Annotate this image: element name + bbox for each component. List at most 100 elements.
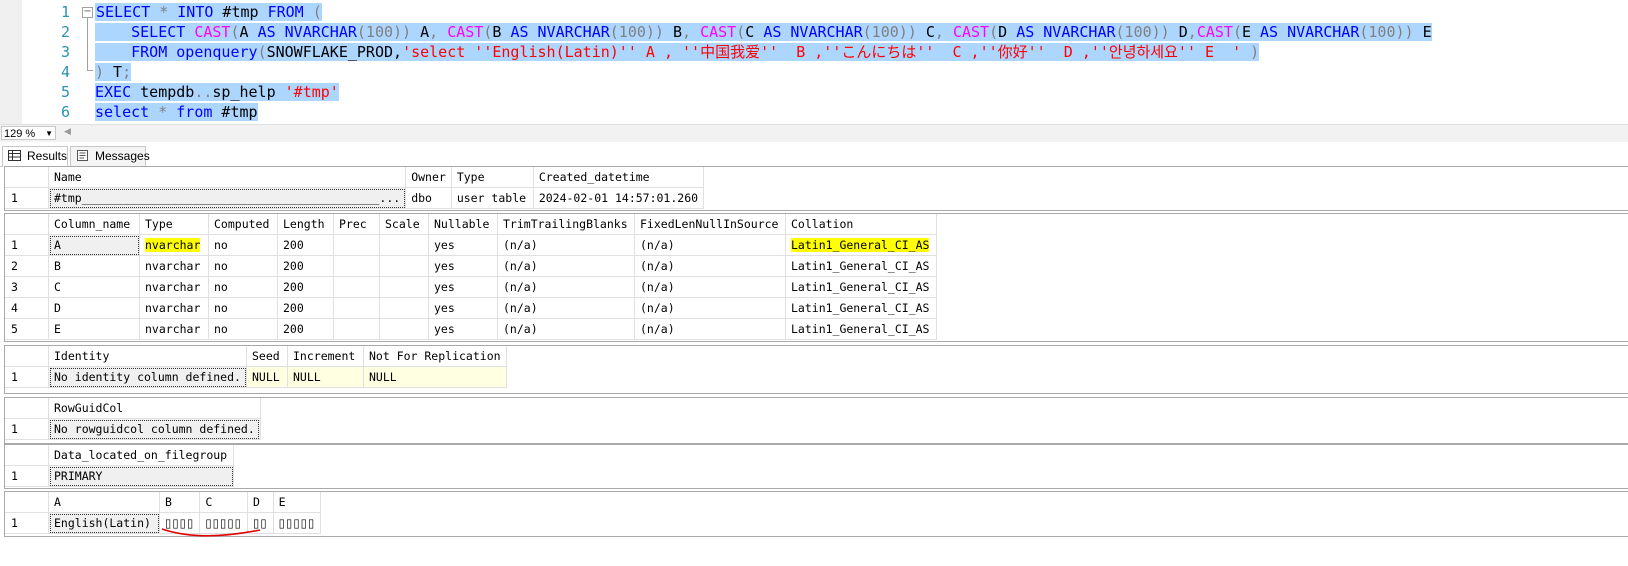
table-cell[interactable]: English(Latin)	[48, 512, 160, 534]
column-header[interactable]: E	[273, 492, 322, 513]
table-row[interactable]: 1 No identity column defined. NULL NULL …	[5, 366, 507, 388]
column-header[interactable]: Identity	[48, 346, 247, 367]
column-header[interactable]: Created_datetime	[533, 167, 705, 188]
table-cell[interactable]: Latin1_General_CI_AS	[785, 318, 937, 340]
row-number[interactable]: 1	[5, 366, 49, 388]
table-row[interactable]: 3 C nvarchar no 200 yes (n/a) (n/a) Lati…	[5, 276, 937, 298]
table-row[interactable]: 1 PRIMARY	[5, 465, 234, 487]
cell-type[interactable]: user table	[451, 187, 534, 209]
table-cell[interactable]: no	[208, 318, 278, 340]
cell-owner[interactable]: dbo	[405, 187, 452, 209]
table-cell[interactable]: Latin1_General_CI_AS	[785, 234, 937, 256]
column-header[interactable]: Seed	[246, 346, 288, 367]
table-cell[interactable]	[333, 234, 380, 256]
table-cell[interactable]: (n/a)	[497, 297, 635, 319]
table-row[interactable]: 4 D nvarchar no 200 yes (n/a) (n/a) Lati…	[5, 297, 937, 319]
table-cell[interactable]: no	[208, 276, 278, 298]
column-header[interactable]: Type	[451, 167, 534, 188]
table-cell[interactable]: 200	[277, 255, 334, 277]
table-cell[interactable]: PRIMARY	[48, 465, 234, 487]
table-cell[interactable]: (n/a)	[497, 255, 635, 277]
table-cell[interactable]: NULL	[287, 366, 364, 388]
row-number[interactable]: 1	[5, 512, 49, 534]
table-cell[interactable]: nvarchar	[139, 276, 209, 298]
column-header[interactable]: Prec	[333, 214, 380, 235]
tab-messages[interactable]: Messages	[70, 146, 150, 166]
table-cell[interactable]: (n/a)	[497, 318, 635, 340]
table-cell[interactable]: ▯▯▯▯▯	[273, 512, 322, 534]
table-cell[interactable]: No identity column defined.	[48, 366, 247, 388]
tab-results[interactable]: Results	[2, 146, 68, 167]
scroll-left-icon[interactable]: ◀	[64, 127, 71, 137]
table-cell[interactable]	[333, 276, 380, 298]
table-cell[interactable]	[379, 234, 429, 256]
table-cell[interactable]: (n/a)	[634, 318, 786, 340]
zoom-select[interactable]: 129 % ▼	[1, 126, 56, 140]
column-header[interactable]: Increment	[287, 346, 364, 367]
table-cell[interactable]	[379, 297, 429, 319]
table-cell[interactable]: NULL	[246, 366, 288, 388]
collapse-icon[interactable]: −	[82, 7, 93, 18]
table-cell[interactable]: NULL	[363, 366, 507, 388]
table-cell[interactable]	[379, 318, 429, 340]
table-cell[interactable]: No rowguidcol column defined.	[48, 418, 261, 440]
row-number[interactable]: 2	[5, 255, 49, 277]
result-grid-identity[interactable]: Identity Seed Increment Not For Replicat…	[4, 345, 1628, 394]
column-header[interactable]: Scale	[379, 214, 429, 235]
table-cell[interactable]: nvarchar	[139, 318, 209, 340]
column-header[interactable]: Nullable	[428, 214, 498, 235]
table-cell[interactable]: no	[208, 255, 278, 277]
column-header[interactable]: B	[159, 492, 201, 513]
table-cell[interactable]: (n/a)	[497, 276, 635, 298]
column-header[interactable]: Length	[277, 214, 334, 235]
table-cell[interactable]	[333, 297, 380, 319]
row-number[interactable]: 1	[5, 465, 49, 487]
table-cell[interactable]: yes	[428, 234, 498, 256]
column-header[interactable]: FixedLenNullInSource	[634, 214, 786, 235]
table-cell[interactable]: 200	[277, 234, 334, 256]
column-header[interactable]: D	[247, 492, 274, 513]
table-cell[interactable]: nvarchar	[139, 255, 209, 277]
table-cell[interactable]: (n/a)	[634, 297, 786, 319]
dropdown-arrow-icon[interactable]: ▼	[45, 127, 53, 141]
table-cell[interactable]	[333, 255, 380, 277]
table-cell[interactable]: Latin1_General_CI_AS	[785, 255, 937, 277]
cell-created[interactable]: 2024-02-01 14:57:01.260	[533, 187, 705, 209]
table-cell[interactable]: Latin1_General_CI_AS	[785, 297, 937, 319]
column-header[interactable]: RowGuidCol	[48, 398, 261, 419]
table-cell[interactable]: (n/a)	[634, 276, 786, 298]
column-header[interactable]: Computed	[208, 214, 278, 235]
table-cell[interactable]: (n/a)	[634, 255, 786, 277]
table-cell[interactable]: D	[48, 297, 140, 319]
row-number[interactable]: 1	[5, 234, 49, 256]
column-header[interactable]: Column_name	[48, 214, 140, 235]
sql-editor[interactable]: 1 2 3 4 5 6 − SELECT * INTO #tmp FROM ( …	[0, 0, 1628, 124]
result-grid-filegroup[interactable]: Data_located_on_filegroup 1 PRIMARY	[4, 444, 1628, 489]
table-row[interactable]: 1 No rowguidcol column defined.	[5, 418, 261, 440]
table-cell[interactable]	[333, 318, 380, 340]
table-cell[interactable]: (n/a)	[497, 234, 635, 256]
table-cell[interactable]: nvarchar	[139, 297, 209, 319]
result-grid-columns[interactable]: Column_name Type Computed Length Prec Sc…	[4, 213, 1628, 342]
column-header[interactable]: Type	[139, 214, 209, 235]
table-cell[interactable]: 200	[277, 276, 334, 298]
table-cell[interactable]: E	[48, 318, 140, 340]
result-grid-rowguidcol[interactable]: RowGuidCol 1 No rowguidcol column define…	[4, 397, 1628, 444]
table-cell[interactable]	[379, 255, 429, 277]
column-header[interactable]: Collation	[785, 214, 937, 235]
column-header[interactable]: Data_located_on_filegroup	[48, 445, 234, 466]
cell-name[interactable]: #tmp____________________________________…	[48, 187, 407, 209]
table-cell[interactable]: yes	[428, 276, 498, 298]
table-cell[interactable]: yes	[428, 255, 498, 277]
column-header[interactable]: Not For Replication	[363, 346, 507, 367]
column-header[interactable]: Name	[48, 167, 407, 188]
table-cell[interactable]: yes	[428, 297, 498, 319]
column-header[interactable]: C	[199, 492, 248, 513]
column-header[interactable]: TrimTrailingBlanks	[497, 214, 635, 235]
table-cell[interactable]: no	[208, 297, 278, 319]
table-cell[interactable]: (n/a)	[634, 234, 786, 256]
table-cell[interactable]: C	[48, 276, 140, 298]
column-header[interactable]: Owner	[405, 167, 452, 188]
table-row[interactable]: 5 E nvarchar no 200 yes (n/a) (n/a) Lati…	[5, 318, 937, 340]
table-row[interactable]: 1 #tmp__________________________________…	[5, 187, 705, 209]
